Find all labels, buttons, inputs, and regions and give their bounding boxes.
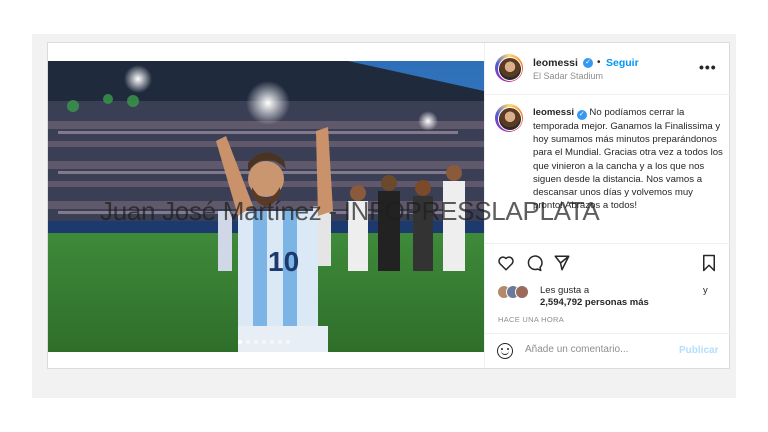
likes-suffix: y bbox=[703, 285, 708, 296]
carousel-dot[interactable] bbox=[246, 340, 250, 344]
action-bar bbox=[485, 243, 730, 279]
comment-icon[interactable] bbox=[525, 254, 543, 272]
caption-username[interactable]: leomessi bbox=[533, 107, 574, 118]
more-icon[interactable]: ••• bbox=[699, 59, 717, 75]
comment-input[interactable] bbox=[525, 344, 675, 355]
post-timestamp[interactable]: HACE UNA HORA bbox=[498, 315, 564, 324]
likes-prefix: Les gusta a bbox=[540, 285, 590, 296]
emoji-icon[interactable] bbox=[497, 343, 513, 359]
verified-icon: ✓ bbox=[583, 58, 593, 68]
comment-bar: Publicar bbox=[485, 333, 730, 368]
caption-avatar[interactable] bbox=[495, 104, 523, 132]
carousel-dot[interactable] bbox=[286, 340, 290, 344]
watermark: Juan José Martínez - INFOPRESSLAPLATA bbox=[100, 196, 600, 226]
carousel-dot[interactable] bbox=[238, 340, 242, 344]
carousel-dot[interactable] bbox=[278, 340, 282, 344]
liker-avatar[interactable] bbox=[515, 285, 529, 299]
carousel-dot[interactable] bbox=[270, 340, 274, 344]
verified-icon: ✓ bbox=[576, 110, 587, 120]
carousel-dot[interactable] bbox=[262, 340, 266, 344]
share-icon[interactable] bbox=[553, 254, 571, 272]
publish-button[interactable]: Publicar bbox=[679, 345, 718, 356]
bookmark-icon[interactable] bbox=[700, 254, 718, 272]
likes-count[interactable]: 2,594,792 personas más bbox=[540, 297, 649, 308]
svg-text:10: 10 bbox=[268, 246, 299, 277]
follow-button[interactable]: Seguir bbox=[606, 57, 639, 69]
liker-avatars[interactable] bbox=[497, 285, 537, 301]
carousel-dots bbox=[238, 340, 290, 344]
carousel-dot[interactable] bbox=[254, 340, 258, 344]
separator-dot: • bbox=[597, 57, 601, 68]
username[interactable]: leomessi bbox=[533, 57, 578, 69]
avatar[interactable] bbox=[495, 54, 523, 82]
heart-icon[interactable] bbox=[497, 254, 515, 272]
post-header: leomessi ✓ • Seguir El Sadar Stadium ••• bbox=[485, 43, 730, 95]
location-link[interactable]: El Sadar Stadium bbox=[533, 71, 603, 81]
